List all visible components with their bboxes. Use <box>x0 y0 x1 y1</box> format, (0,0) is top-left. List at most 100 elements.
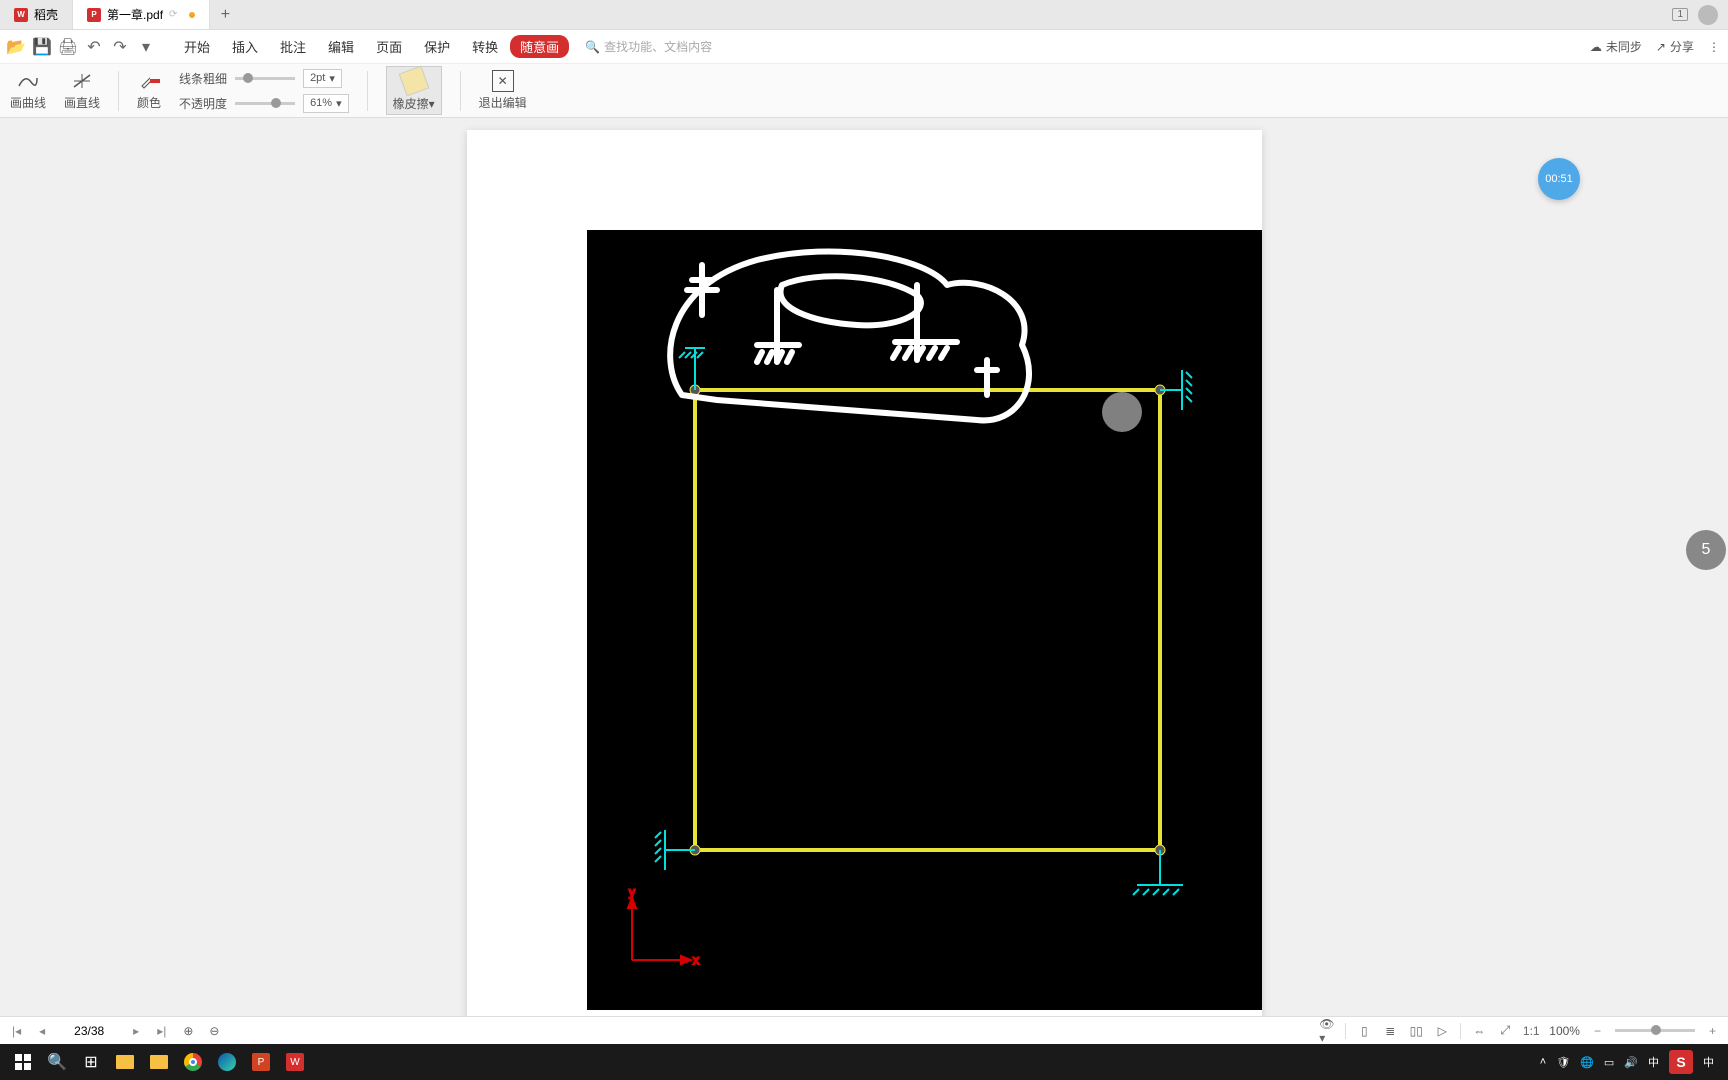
two-page-icon[interactable]: ▯▯ <box>1408 1023 1424 1039</box>
exit-edit-button[interactable]: ✕ 退出编辑 <box>479 70 527 111</box>
opacity-combo[interactable]: 61%▾ <box>303 94 349 113</box>
menu-draw[interactable]: 随意画 <box>510 35 569 58</box>
zoom-out-page-icon[interactable]: ⊖ <box>206 1023 222 1039</box>
menu-start[interactable]: 开始 <box>174 37 220 56</box>
floating-tool-badge[interactable]: 5 <box>1686 530 1726 570</box>
menu-page[interactable]: 页面 <box>366 37 412 56</box>
float-label: 5 <box>1702 541 1711 559</box>
cloud-icon: ☁ <box>1590 40 1602 54</box>
divider <box>460 71 461 111</box>
color-tool[interactable]: 颜色 <box>137 70 161 111</box>
curve-tool[interactable]: 画曲线 <box>10 70 46 111</box>
prev-page-button[interactable]: ◂ <box>35 1024 49 1038</box>
start-button[interactable] <box>6 1047 40 1077</box>
quick-access-toolbar: 📂 💾 🖨 ↶ ↷ ▾ <box>8 39 154 55</box>
color-label: 颜色 <box>137 94 161 111</box>
continuous-icon[interactable]: ≣ <box>1382 1023 1398 1039</box>
chevron-down-icon: ▾ <box>336 97 342 110</box>
search-task-icon[interactable]: 🔍 <box>40 1047 74 1077</box>
sync-status[interactable]: ☁ 未同步 <box>1590 38 1642 55</box>
menu-convert[interactable]: 转换 <box>462 37 508 56</box>
redo-icon[interactable]: ↷ <box>112 39 128 55</box>
zoom-in-page-icon[interactable]: ⊕ <box>180 1023 196 1039</box>
app-icon: W <box>14 8 28 22</box>
eraser-tool[interactable]: 橡皮擦▾ <box>386 66 442 115</box>
open-icon[interactable]: 📂 <box>8 39 24 55</box>
eye-icon[interactable]: 👁▾ <box>1319 1023 1335 1039</box>
freehand-annotation <box>670 251 1029 420</box>
play-icon[interactable]: ▷ <box>1434 1023 1450 1039</box>
support-bottom-right <box>1133 850 1183 895</box>
folder-icon[interactable] <box>142 1047 176 1077</box>
tab-shell[interactable]: W 稻壳 <box>0 0 73 29</box>
save-icon[interactable]: 💾 <box>34 39 50 55</box>
chrome-icon[interactable] <box>176 1047 210 1077</box>
share-icon: ↗ <box>1656 40 1666 54</box>
share-button[interactable]: ↗ 分享 <box>1656 38 1694 55</box>
menu-protect[interactable]: 保护 <box>414 37 460 56</box>
menu-insert[interactable]: 插入 <box>222 37 268 56</box>
opacity-row: 不透明度 61%▾ <box>179 94 349 113</box>
menu-annotate[interactable]: 批注 <box>270 37 316 56</box>
sync-icon: ⟳ <box>169 9 177 20</box>
more-icon[interactable]: ⋮ <box>1708 38 1720 55</box>
tab-label: 第一章.pdf <box>107 6 163 23</box>
wps-task-icon[interactable]: W <box>278 1047 312 1077</box>
fit-width-icon[interactable]: ⇔ <box>1471 1023 1487 1039</box>
file-explorer-icon[interactable] <box>108 1047 142 1077</box>
document-viewport[interactable]: y x <box>0 118 1728 1044</box>
dropdown-icon[interactable]: ▾ <box>138 39 154 55</box>
tab-document[interactable]: P 第一章.pdf ⟳ <box>73 0 210 29</box>
structural-diagram: y x <box>587 230 1262 1010</box>
timer-value: 00:51 <box>1545 173 1573 185</box>
line-icon <box>71 70 93 92</box>
menu-edit[interactable]: 编辑 <box>318 37 364 56</box>
search-box[interactable]: 🔍 查找功能、文档内容 <box>585 38 712 55</box>
search-icon: 🔍 <box>585 40 600 54</box>
security-icon[interactable]: 🛡 <box>1556 1056 1570 1069</box>
drawing-toolbar: 画曲线 画直线 颜色 线条粗细 2pt▾ 不透明度 61%▾ 橡皮擦▾ ✕ 退出… <box>0 64 1728 118</box>
coordinate-axes: y x <box>628 885 699 967</box>
tray-chevron-icon[interactable]: ˄ <box>1540 1056 1546 1068</box>
sogou-ime-icon[interactable]: S <box>1669 1050 1693 1074</box>
stroke-slider[interactable] <box>235 77 295 80</box>
zoom-slider[interactable] <box>1615 1029 1695 1032</box>
stroke-combo[interactable]: 2pt▾ <box>303 69 342 88</box>
ime-lang-icon[interactable]: 中 <box>1648 1054 1659 1070</box>
powerpoint-icon[interactable]: P <box>244 1047 278 1077</box>
tab-label: 稻壳 <box>34 6 58 23</box>
divider <box>367 71 368 111</box>
share-label: 分享 <box>1670 38 1694 55</box>
status-bar: |◂ ◂ ▸ ▸| ⊕ ⊖ 👁▾ ▯ ≣ ▯▯ ▷ ⇔ ⤢ 1:1 100% −… <box>0 1016 1728 1044</box>
ime-mode-icon[interactable]: 中 <box>1703 1054 1714 1070</box>
zoom-out-button[interactable]: − <box>1590 1024 1605 1038</box>
last-page-button[interactable]: ▸| <box>153 1024 170 1038</box>
stroke-controls: 线条粗细 2pt▾ 不透明度 61%▾ <box>179 69 349 113</box>
tab-bar-right: 1 <box>1672 0 1728 29</box>
zoom-in-button[interactable]: + <box>1705 1024 1720 1038</box>
support-top-right <box>1160 370 1192 410</box>
recording-timer-badge[interactable]: 00:51 <box>1538 158 1580 200</box>
first-page-button[interactable]: |◂ <box>8 1024 25 1038</box>
page-number-input[interactable] <box>59 1024 119 1038</box>
single-page-icon[interactable]: ▯ <box>1356 1023 1372 1039</box>
print-icon[interactable]: 🖨 <box>60 39 76 55</box>
battery-icon[interactable]: ▭ <box>1604 1056 1614 1069</box>
undo-icon[interactable]: ↶ <box>86 39 102 55</box>
new-tab-button[interactable]: + <box>210 0 240 29</box>
support-bottom-left <box>655 830 695 870</box>
fit-page-icon[interactable]: ⤢ <box>1497 1023 1513 1039</box>
opacity-slider[interactable] <box>235 102 295 105</box>
window-count-badge[interactable]: 1 <box>1672 8 1688 21</box>
line-tool[interactable]: 画直线 <box>64 70 100 111</box>
network-icon[interactable]: 🌐 <box>1580 1056 1594 1069</box>
actual-size-icon[interactable]: 1:1 <box>1523 1023 1539 1039</box>
edge-icon[interactable] <box>210 1047 244 1077</box>
volume-icon[interactable]: 🔊 <box>1624 1056 1638 1069</box>
opacity-label: 不透明度 <box>179 95 227 112</box>
next-page-button[interactable]: ▸ <box>129 1024 143 1038</box>
status-right: 👁▾ ▯ ≣ ▯▯ ▷ ⇔ ⤢ 1:1 100% − + <box>1319 1023 1720 1039</box>
task-view-icon[interactable]: ⊞ <box>74 1047 108 1077</box>
svg-text:y: y <box>629 885 635 899</box>
user-avatar[interactable] <box>1698 5 1718 25</box>
